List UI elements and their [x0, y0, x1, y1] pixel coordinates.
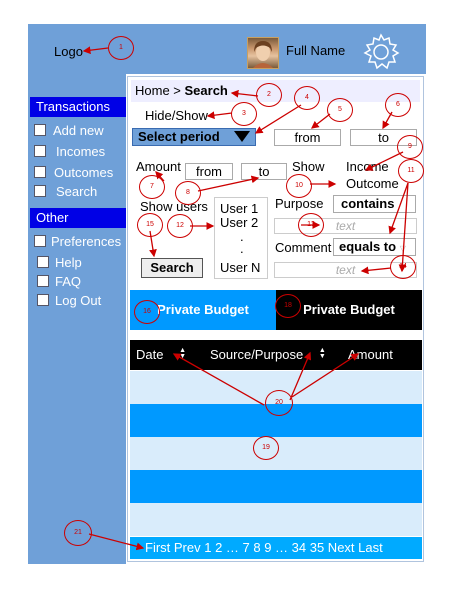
annotation-marker: 1 — [108, 36, 134, 60]
annotation-marker: 4 — [294, 86, 320, 110]
annotation-marker: 21 — [64, 520, 92, 546]
annotation-marker: 10 — [286, 174, 312, 198]
annotation-marker: 16 — [134, 300, 160, 324]
annotation-marker: 6 — [385, 93, 411, 117]
annotation-marker: 7 — [139, 175, 165, 199]
annotation-marker: 18 — [275, 294, 301, 318]
annotation-arrows — [82, 46, 409, 551]
annotation-marker: 8 — [175, 181, 201, 205]
annotation-marker: 20 — [265, 390, 293, 416]
annotation-marker: 11 — [398, 159, 424, 183]
annotation-marker: 9 — [397, 135, 423, 159]
annotation-marker: 13 — [298, 213, 324, 237]
annotation-marker: 5 — [327, 98, 353, 122]
annotation-marker: 15 — [137, 213, 163, 237]
annotation-marker: 19 — [253, 436, 279, 460]
annotation-marker: 3 — [231, 102, 257, 126]
annotation-marker: 12 — [167, 214, 193, 238]
annotation-marker: 14 — [390, 255, 416, 279]
annotation-marker: 2 — [256, 83, 282, 107]
